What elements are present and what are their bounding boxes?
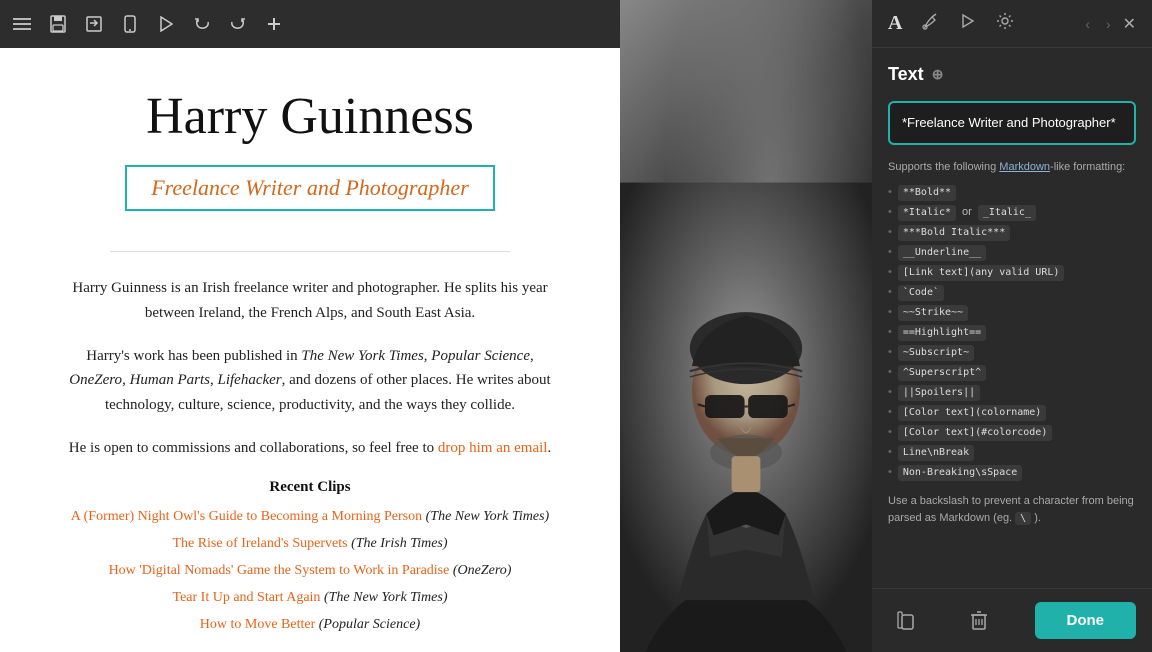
markdown-list: **Bold** *Italic* or _Italic_ ***Bold It…	[888, 185, 1136, 481]
editor-content: Harry Guinness Freelance Writer and Phot…	[0, 48, 620, 652]
editor-toolbar	[0, 0, 620, 48]
page-title: Harry Guinness	[60, 88, 560, 145]
markdown-item: `Code`	[888, 285, 1136, 301]
save-icon[interactable]	[48, 15, 68, 33]
brush-icon[interactable]	[922, 12, 940, 35]
text-input-value[interactable]: *Freelance Writer and Photographer*	[902, 113, 1122, 133]
editor-panel: Harry Guinness Freelance Writer and Phot…	[0, 0, 620, 652]
bio-paragraph-2: Harry's work has been published in The N…	[60, 344, 560, 418]
settings-icon[interactable]	[996, 12, 1014, 35]
section-divider	[110, 251, 510, 252]
markdown-item: [Color text](colorname)	[888, 405, 1136, 421]
play-sidebar-icon[interactable]	[960, 13, 976, 34]
font-icon[interactable]: A	[888, 12, 902, 35]
sidebar-footer: Done	[872, 588, 1152, 652]
backslash-note: Use a backslash to prevent a character f…	[888, 493, 1136, 526]
bio-paragraph-3: He is open to commissions and collaborat…	[60, 436, 560, 461]
markdown-item: ^Superscript^	[888, 365, 1136, 381]
markdown-item: [Link text](any valid URL)	[888, 265, 1136, 281]
close-button[interactable]: ✕	[1123, 14, 1136, 34]
person-photo	[620, 0, 872, 652]
markdown-item: [Color text](#colorcode)	[888, 425, 1136, 441]
recent-clips-title: Recent Clips	[60, 479, 560, 496]
menu-icon[interactable]	[12, 17, 32, 31]
delete-button[interactable]	[961, 603, 997, 639]
text-input-box[interactable]: *Freelance Writer and Photographer*	[888, 101, 1136, 145]
markdown-item: ***Bold Italic***	[888, 225, 1136, 241]
subtitle-text: Freelance Writer and Photographer	[151, 175, 469, 200]
markdown-item: ~~Strike~~	[888, 305, 1136, 321]
right-sidebar: A ‹ › ✕ Text ⊕	[872, 0, 1152, 652]
markdown-item: *Italic* or _Italic_	[888, 205, 1136, 221]
markdown-item: ==Highlight==	[888, 325, 1136, 341]
bio-paragraph-1: Harry Guinness is an Irish freelance wri…	[60, 276, 560, 326]
play-icon[interactable]	[156, 16, 176, 32]
copy-button[interactable]	[888, 603, 924, 639]
clip-link-4[interactable]: Tear It Up and Start Again (The New York…	[60, 587, 560, 608]
clip-link-5[interactable]: How to Move Better (Popular Science)	[60, 614, 560, 635]
sidebar-toolbar: A ‹ › ✕	[872, 0, 1152, 48]
redo-icon[interactable]	[228, 17, 248, 31]
photo-area	[620, 0, 872, 652]
clip-link-1[interactable]: A (Former) Night Owl's Guide to Becoming…	[60, 506, 560, 527]
done-button[interactable]: Done	[1035, 602, 1137, 639]
panel-title: Text ⊕	[888, 64, 1136, 85]
nav-prev-button[interactable]: ‹	[1081, 14, 1094, 34]
markdown-item: Line\nBreak	[888, 445, 1136, 461]
add-icon[interactable]	[264, 16, 284, 32]
email-link[interactable]: drop him an email	[438, 440, 548, 456]
undo-icon[interactable]	[192, 17, 212, 31]
clip-link-3[interactable]: How 'Digital Nomads' Game the System to …	[60, 560, 560, 581]
subtitle-box: Freelance Writer and Photographer	[125, 165, 495, 211]
markdown-item: ||Spoilers||	[888, 385, 1136, 401]
markdown-item: __Underline__	[888, 245, 1136, 261]
export-icon[interactable]	[84, 16, 104, 32]
panel-title-icon: ⊕	[932, 66, 944, 83]
markdown-item: ~Subscript~	[888, 345, 1136, 361]
clip-link-2[interactable]: The Rise of Ireland's Supervets (The Iri…	[60, 533, 560, 554]
markdown-item: **Bold**	[888, 185, 1136, 201]
markdown-item: Non-Breaking\sSpace	[888, 465, 1136, 481]
sidebar-content: Text ⊕ *Freelance Writer and Photographe…	[872, 48, 1152, 588]
mobile-icon[interactable]	[120, 15, 140, 33]
markdown-info: Supports the following Markdown-like for…	[888, 159, 1136, 176]
nav-next-button[interactable]: ›	[1102, 14, 1115, 34]
sidebar-nav: ‹ › ✕	[1081, 14, 1136, 34]
